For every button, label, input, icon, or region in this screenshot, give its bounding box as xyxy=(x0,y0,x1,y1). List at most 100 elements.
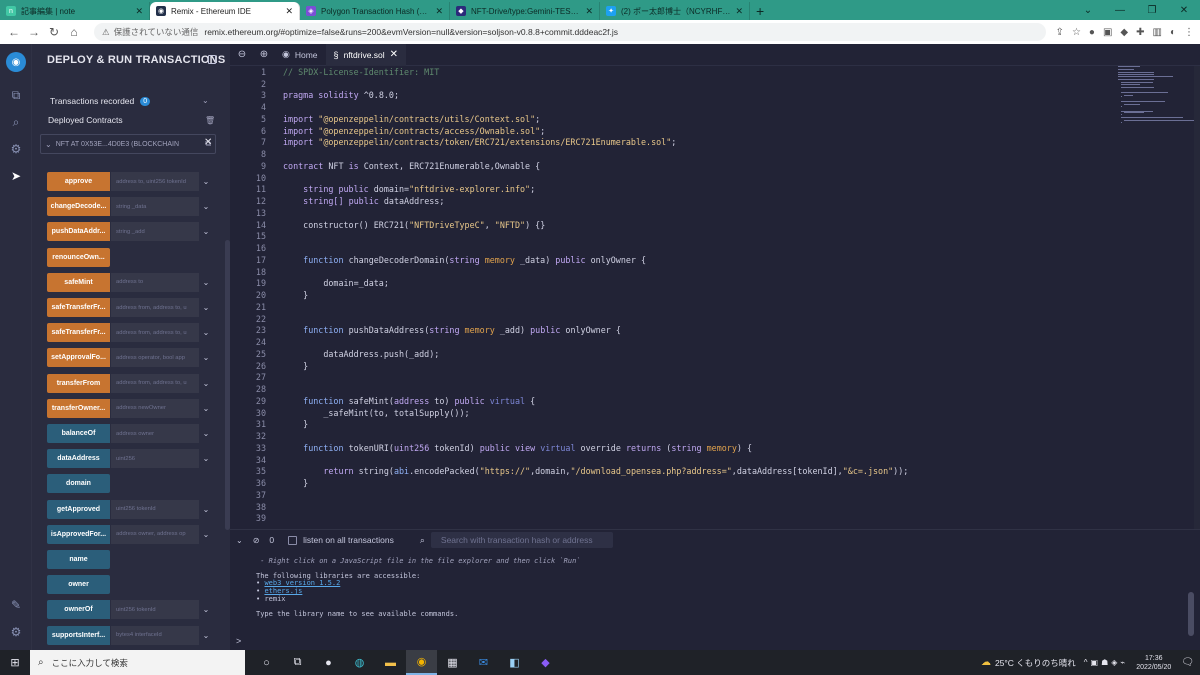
chevron-down-icon[interactable]: ⌄ xyxy=(199,323,213,342)
zoom-in-icon[interactable]: ⊕ xyxy=(254,49,274,60)
new-tab-button[interactable]: + xyxy=(756,2,764,20)
profile-avatar[interactable]: ◐ xyxy=(1170,27,1176,38)
browser-tab[interactable]: ◆ NFT-Drive/type:Gemini-TEST_NE ✕ xyxy=(450,2,600,20)
menu-icon[interactable]: ⋮ xyxy=(1184,27,1194,38)
chevron-down-icon[interactable]: ⌄ xyxy=(199,273,213,292)
chevron-down-icon[interactable]: ⌄ xyxy=(199,222,213,241)
dell-icon[interactable]: ● xyxy=(313,650,344,675)
function-params-input[interactable]: uint256 tokenId xyxy=(111,600,199,620)
taskbar-clock[interactable]: 17:36 2022/05/20 xyxy=(1136,654,1171,672)
function-params-input[interactable]: string _add xyxy=(111,222,199,242)
code-minimap[interactable] xyxy=(1118,66,1199,126)
solidity-compiler-icon[interactable]: ⚙ xyxy=(8,141,24,157)
edge-icon[interactable]: ◍ xyxy=(344,650,375,675)
chrome-icon[interactable]: ◉ xyxy=(406,650,437,675)
tab-close-icon[interactable]: ✕ xyxy=(435,6,443,17)
mail-icon[interactable]: ✉ xyxy=(468,650,499,675)
back-icon[interactable]: ← xyxy=(6,25,22,39)
file-explorer-icon[interactable]: ⧉ xyxy=(8,87,24,103)
function-button[interactable]: safeTransferFr... xyxy=(47,323,110,343)
notification-icon[interactable]: 🗨 xyxy=(1181,657,1194,668)
function-button[interactable]: renounceOwn... xyxy=(47,247,110,267)
chevron-down-icon[interactable]: ⌄ xyxy=(199,399,213,418)
reload-icon[interactable]: ↻ xyxy=(46,25,62,39)
function-button[interactable]: balanceOf xyxy=(47,424,110,443)
task-view-icon[interactable]: ⧉ xyxy=(282,650,313,675)
cortana-icon[interactable]: ○ xyxy=(251,650,282,675)
chevron-down-icon[interactable]: ⌄ xyxy=(199,374,213,393)
function-params-input[interactable]: address owner xyxy=(111,424,199,443)
extension-icon[interactable]: ▣ xyxy=(1103,27,1112,38)
plugin-manager-icon[interactable]: ✎ xyxy=(8,597,24,613)
function-button[interactable]: supportsInterf... xyxy=(47,625,110,645)
chevron-down-icon[interactable]: ⌄ xyxy=(199,197,213,216)
tab-close-icon[interactable]: ✕ xyxy=(135,6,143,17)
function-params-input[interactable]: address newOwner xyxy=(111,398,199,418)
chevron-down-icon[interactable]: ⌄ xyxy=(199,449,213,468)
chevron-down-icon[interactable]: ⌄ xyxy=(199,172,213,191)
terminal-scrollbar[interactable] xyxy=(1188,592,1194,636)
app-icon[interactable]: ◧ xyxy=(499,650,530,675)
forward-icon[interactable]: → xyxy=(26,25,42,39)
tab-search-icon[interactable]: ⌄ xyxy=(1072,5,1104,16)
browser-tab[interactable]: ◉ Remix - Ethereum IDE ✕ xyxy=(150,2,300,20)
function-button[interactable]: owner xyxy=(47,575,110,595)
function-button[interactable]: getApproved xyxy=(47,499,110,519)
browser-tab[interactable]: ✦ (2) ポー太郎博士（NCYRHFYAW7）✕ xyxy=(600,2,750,20)
remix-logo-icon[interactable]: ◉ xyxy=(6,52,26,72)
function-button[interactable]: changeDecode... xyxy=(47,197,110,217)
home-icon[interactable]: ⌂ xyxy=(66,25,82,39)
function-button[interactable]: approve xyxy=(47,172,110,191)
tab-close-icon[interactable]: ✕ xyxy=(735,6,743,17)
function-button[interactable]: transferFrom xyxy=(47,373,110,393)
app-icon[interactable]: ◆ xyxy=(530,650,561,675)
windows-start-icon[interactable]: ⊞ xyxy=(0,656,30,669)
function-params-input[interactable]: address from, address to, u xyxy=(111,373,199,393)
puzzle-icon[interactable]: ✚ xyxy=(1136,27,1144,38)
function-button[interactable]: safeTransferFr... xyxy=(47,298,110,317)
trash-icon[interactable]: 🗑 xyxy=(205,116,215,125)
function-params-input[interactable]: address to xyxy=(111,272,199,292)
function-button[interactable]: pushDataAddr... xyxy=(47,222,110,242)
transactions-recorded[interactable]: Transactions recorded 0 xyxy=(50,96,151,106)
function-params-input[interactable]: address operator, bool app xyxy=(111,348,199,368)
taskbar-search-input[interactable]: ⌕ ここに入力して検索 xyxy=(30,650,245,675)
function-params-input[interactable]: uint256 tokenId xyxy=(111,499,199,519)
close-tab-icon[interactable]: ✕ xyxy=(390,49,398,60)
function-button[interactable]: name xyxy=(47,550,110,569)
deploy-run-icon[interactable]: ➤ xyxy=(8,168,24,184)
search-icon[interactable]: ⌕ xyxy=(8,114,24,130)
bookmark-star-icon[interactable]: ☆ xyxy=(1072,27,1081,38)
weather-icon[interactable]: ☁ xyxy=(981,657,991,668)
function-button[interactable]: transferOwner... xyxy=(47,398,110,418)
docs-icon[interactable] xyxy=(208,55,216,64)
function-params-input[interactable]: address owner, address op xyxy=(111,524,199,544)
chevron-down-icon[interactable]: ⌄ xyxy=(199,500,213,519)
browser-tab[interactable]: ◈ Polygon Transaction Hash (Txhas ✕ xyxy=(300,2,450,20)
function-params-input[interactable]: bytes4 interfaceId xyxy=(111,625,199,645)
listen-checkbox[interactable] xyxy=(288,535,298,545)
chevron-down-icon[interactable]: ⌄ xyxy=(199,525,213,544)
chevron-down-icon[interactable]: ⌄ xyxy=(199,626,213,645)
tx-search-input[interactable]: Search with transaction hash or address xyxy=(430,532,613,548)
share-icon[interactable]: ⇪ xyxy=(1056,27,1064,38)
chevron-down-icon[interactable]: ⌄ xyxy=(202,96,209,105)
chevron-down-icon[interactable]: ⌄ xyxy=(199,424,213,443)
tab-close-icon[interactable]: ✕ xyxy=(285,6,293,17)
function-params-input[interactable]: string _data xyxy=(111,197,199,217)
warning-icon[interactable]: ⚠ xyxy=(102,27,110,38)
code-editor[interactable]: 1 // SPDX-License-Identifier: MIT 2 3 pragma… xyxy=(230,66,1200,529)
tray-icons[interactable]: ^▣☗◈⌁ xyxy=(1084,658,1128,667)
function-params-input[interactable]: address to, uint256 tokenId xyxy=(111,172,199,191)
file-explorer-icon[interactable]: ▬ xyxy=(375,650,406,675)
terminal-prompt[interactable]: > xyxy=(236,636,241,646)
extension-icon[interactable]: ● xyxy=(1089,27,1095,38)
settings-gear-icon[interactable]: ⚙ xyxy=(8,624,24,640)
function-button[interactable]: safeMint xyxy=(47,272,110,292)
function-params-input[interactable]: address from, address to, u xyxy=(111,298,199,317)
tab-close-icon[interactable]: ✕ xyxy=(585,6,593,17)
sidepanel-icon[interactable]: ▥ xyxy=(1153,27,1162,38)
function-button[interactable]: setApprovalFo... xyxy=(47,348,110,368)
editor-tab[interactable]: ◉ Home xyxy=(274,44,326,66)
zoom-out-icon[interactable]: ⊖ xyxy=(232,49,252,60)
